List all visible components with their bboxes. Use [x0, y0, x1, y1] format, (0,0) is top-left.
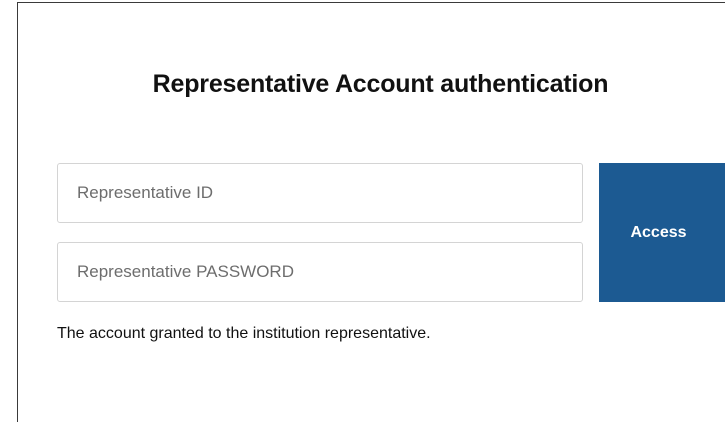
representative-password-input[interactable] [57, 242, 583, 302]
page-title: Representative Account authentication [152, 70, 609, 98]
account-note: The account granted to the institution r… [57, 325, 431, 342]
representative-id-input[interactable] [57, 163, 583, 223]
access-button[interactable]: Access [599, 163, 725, 302]
